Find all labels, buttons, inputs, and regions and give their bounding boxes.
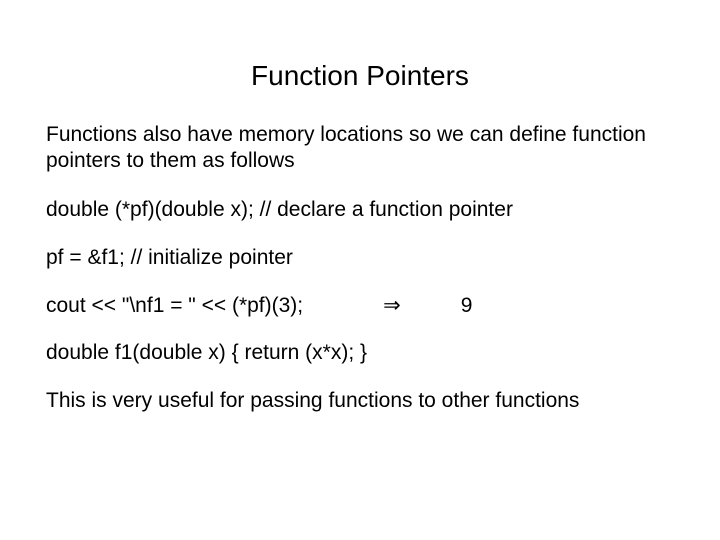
code-init: pf = &f1; // initialize pointer [46, 245, 674, 271]
code-output-row: cout << "\nf1 = " << (*pf)(3); ⇒ 9 [46, 293, 674, 318]
code-fdef: double f1(double x) { return (x*x); } [46, 340, 674, 366]
slide: Function Pointers Functions also have me… [0, 0, 720, 540]
slide-title: Function Pointers [46, 60, 674, 92]
code-cout: cout << "\nf1 = " << (*pf)(3); [46, 294, 303, 318]
arrow-icon: ⇒ [383, 293, 401, 318]
code-declare: double (*pf)(double x); // declare a fun… [46, 197, 674, 223]
intro-text: Functions also have memory locations so … [46, 122, 674, 175]
output-value: 9 [461, 294, 473, 318]
note-text: This is very useful for passing function… [46, 388, 674, 414]
